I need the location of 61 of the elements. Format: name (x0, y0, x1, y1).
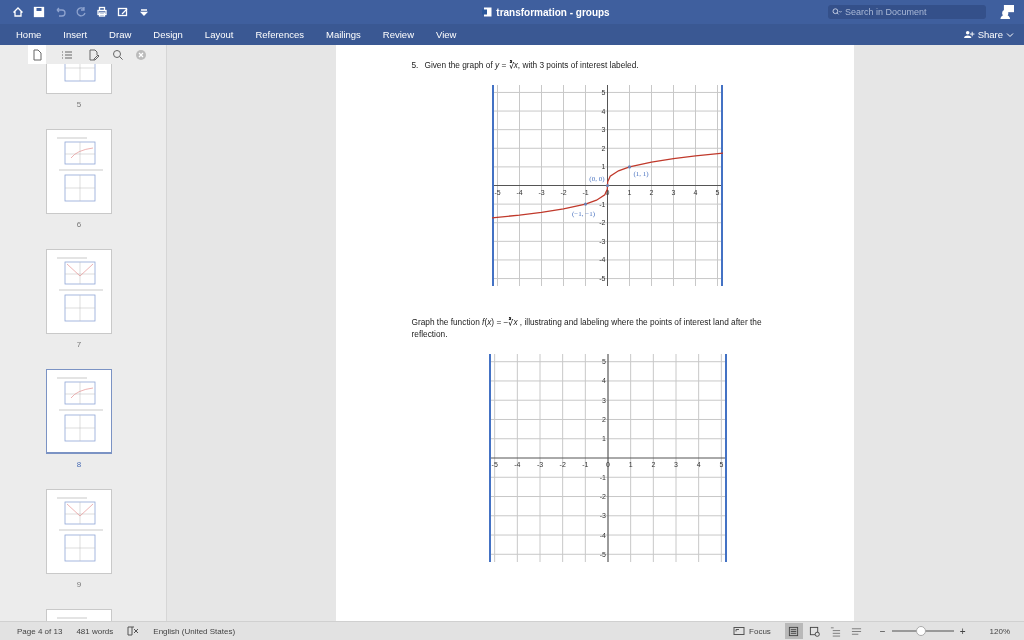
focus-label[interactable]: Focus (749, 626, 771, 636)
document-icon (482, 7, 493, 17)
list-icon (61, 48, 73, 61)
page-count[interactable]: Page 4 of 13 (17, 626, 63, 636)
share-button[interactable]: Share (963, 29, 1014, 40)
word-count[interactable]: 481 words (76, 626, 114, 636)
page-thumbnail[interactable] (46, 249, 112, 334)
home-icon[interactable] (12, 6, 24, 18)
zoom-level[interactable]: 120% (989, 626, 1010, 636)
customize-caret-icon[interactable] (138, 6, 150, 18)
sidebar-tool-button[interactable] (28, 45, 46, 64)
ribbon-tab[interactable]: View (436, 29, 457, 40)
ribbon-tab[interactable]: Home (16, 29, 42, 40)
redo-icon[interactable] (75, 6, 87, 18)
ribbon-tab[interactable]: References (255, 29, 304, 40)
edit-icon[interactable] (88, 48, 100, 61)
page-thumbnail[interactable] (46, 129, 112, 214)
page-number: 7 (76, 340, 82, 349)
print-icon[interactable] (96, 6, 108, 18)
search-box[interactable]: Search in Document (828, 5, 986, 19)
comment-person-icon[interactable] (1000, 5, 1014, 19)
page-number: 5 (76, 100, 82, 109)
zoom-in-button[interactable]: + (959, 625, 966, 637)
language[interactable]: English (United States) (153, 626, 236, 636)
outline-icon (830, 625, 842, 637)
undo-icon[interactable] (54, 6, 66, 18)
ribbon-tab[interactable]: Review (382, 29, 414, 40)
ribbon-tab[interactable]: Draw (109, 29, 132, 40)
ribbon-tab[interactable]: Insert (63, 29, 88, 40)
search-icon (832, 8, 842, 16)
page-layout-icon (788, 625, 800, 637)
draft-icon (851, 625, 863, 637)
add-person-icon (963, 30, 975, 39)
page-number: 8 (76, 460, 82, 469)
question-number: 5. (411, 59, 419, 71)
window-title: transformation - groups (496, 6, 610, 18)
edit-document-icon[interactable] (117, 6, 129, 18)
slider-thumb[interactable] (915, 626, 926, 636)
web-layout-icon (809, 625, 821, 637)
zoom-out-button[interactable]: − (879, 625, 886, 637)
page-icon (31, 48, 43, 61)
save-icon[interactable] (33, 6, 45, 18)
page-thumbnail[interactable] (46, 369, 112, 454)
page-thumbnail[interactable] (46, 489, 112, 574)
search-field[interactable]: Search in Document (845, 7, 965, 17)
page-number: 6 (76, 220, 82, 229)
ribbon-tab[interactable]: Layout (204, 29, 234, 40)
close-icon[interactable] (136, 49, 146, 60)
question-text: Given the graph of y = ∛x, with 3 points of interest labeled. (424, 59, 639, 71)
point-marker (583, 202, 588, 206)
question-text: Graph the function f(x) = −∛x , illustrating and labeling where the points of interest land after the reflection. (411, 316, 763, 340)
ribbon-tab[interactable]: Mailings (326, 29, 361, 40)
point-marker (627, 165, 632, 169)
page-number: 9 (76, 580, 82, 589)
view-button[interactable] (784, 623, 803, 639)
chevron-down-icon (1006, 31, 1014, 38)
search-icon[interactable] (112, 48, 124, 61)
focus-icon[interactable] (733, 626, 746, 636)
proofing-icon[interactable] (127, 626, 140, 636)
point-marker (605, 183, 610, 188)
ribbon-tab[interactable]: Design (153, 29, 183, 40)
